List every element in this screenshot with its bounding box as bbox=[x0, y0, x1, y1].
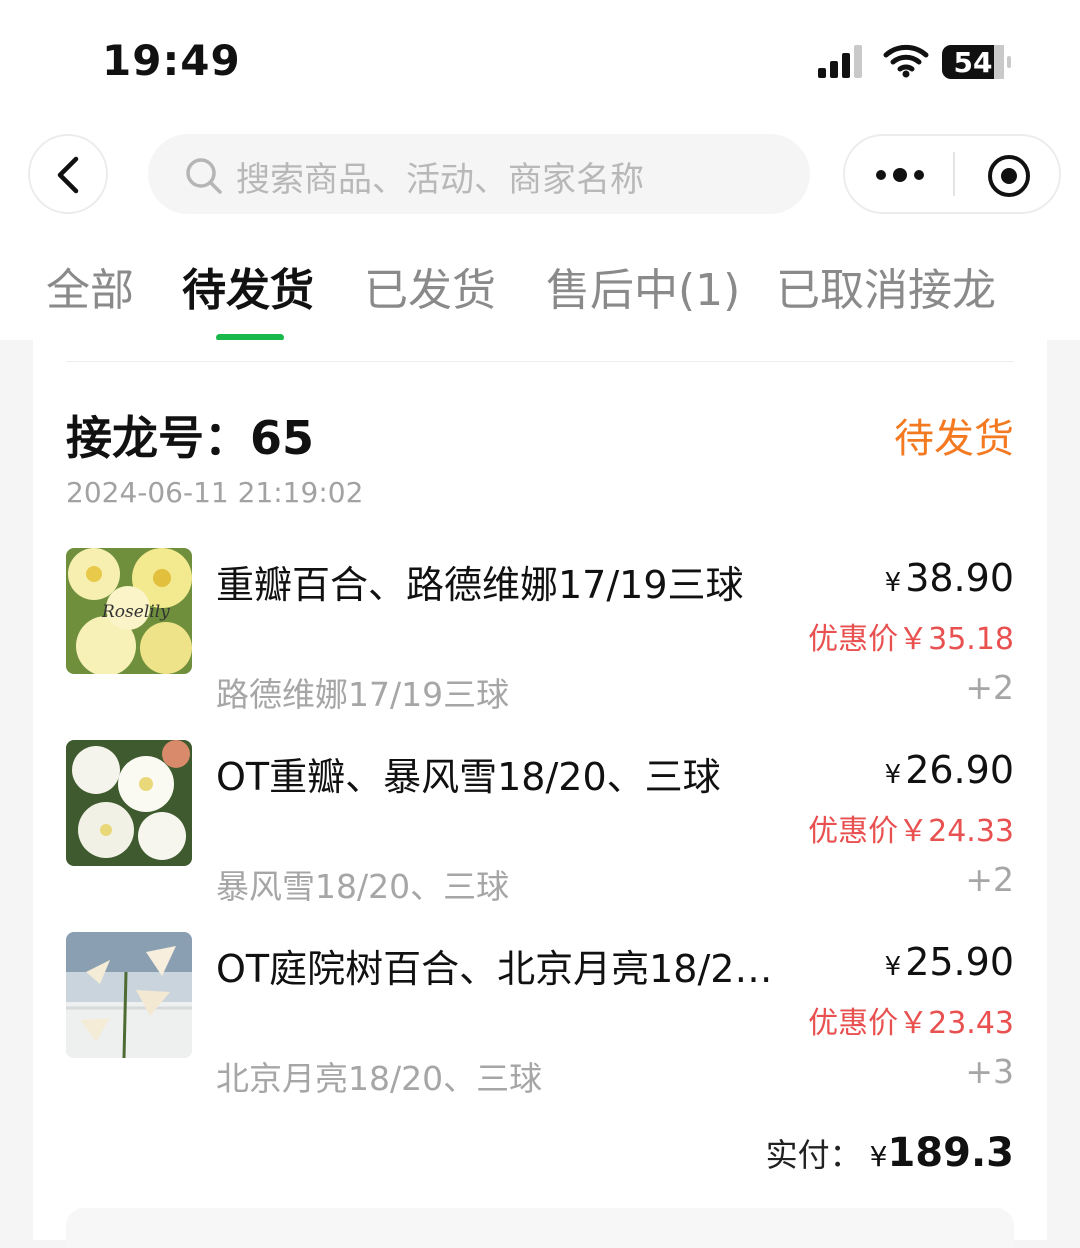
battery-level: 54 bbox=[953, 46, 993, 79]
item-price: ¥25.90 bbox=[885, 940, 1014, 984]
capsule-divider bbox=[953, 152, 955, 196]
item-title: OT重瓣、暴风雪18/20、三球 bbox=[216, 755, 721, 799]
tab-after-sales[interactable]: 售后中(1) bbox=[546, 254, 740, 318]
item-title: 重瓣百合、路德维娜17/19三球 bbox=[216, 563, 744, 607]
total-label: 实付： bbox=[765, 1136, 862, 1174]
item-title: OT庭院树百合、北京月亮18/20、三球 bbox=[216, 947, 796, 991]
chevron-left-icon bbox=[57, 156, 79, 194]
thumb-watermark: Roselily bbox=[102, 602, 170, 622]
item-quantity: +2 bbox=[965, 860, 1014, 899]
search-bar[interactable]: 搜索商品、活动、商家名称 bbox=[148, 134, 810, 214]
search-placeholder: 搜索商品、活动、商家名称 bbox=[236, 160, 644, 200]
order-item[interactable]: Roselily 重瓣百合、路德维娜17/19三球 ¥38.90 优惠价￥35.… bbox=[66, 548, 1014, 718]
order-card[interactable]: 接龙号：65 待发货 2024-06-11 21:19:02 Roselily … bbox=[33, 340, 1047, 1248]
more-icon[interactable] bbox=[875, 162, 925, 188]
yellow-lily-photo: Roselily bbox=[66, 548, 192, 674]
tab-shipped[interactable]: 已发货 bbox=[364, 254, 496, 318]
search-icon bbox=[186, 158, 222, 194]
item-variant: 路德维娜17/19三球 bbox=[216, 675, 510, 714]
currency-symbol: ¥ bbox=[869, 1140, 888, 1173]
tab-cancelled[interactable]: 已取消接龙 bbox=[776, 254, 996, 318]
wifi-icon bbox=[883, 44, 929, 78]
order-status: 待发货 bbox=[894, 416, 1014, 462]
divider bbox=[66, 361, 1014, 362]
item-discount-price: 优惠价￥24.33 bbox=[808, 814, 1014, 849]
battery-icon: 54 bbox=[942, 44, 1012, 80]
total-amount: 189.3 bbox=[887, 1130, 1014, 1176]
mini-program-capsule bbox=[843, 134, 1061, 214]
white-lily-photo bbox=[66, 740, 192, 866]
back-button[interactable] bbox=[28, 134, 108, 214]
order-total: 实付： ¥189.3 bbox=[766, 1130, 1014, 1176]
item-price-value: 25.90 bbox=[905, 940, 1014, 984]
item-quantity: +3 bbox=[965, 1052, 1014, 1091]
tab-pending-shipment[interactable]: 待发货 bbox=[182, 254, 314, 318]
order-number: 接龙号：65 bbox=[66, 411, 315, 465]
item-discount-price: 优惠价￥23.43 bbox=[808, 1006, 1014, 1041]
tab-all[interactable]: 全部 bbox=[46, 254, 134, 318]
item-price: ¥38.90 bbox=[885, 556, 1014, 600]
close-target-icon[interactable] bbox=[987, 154, 1031, 198]
order-time: 2024-06-11 21:19:02 bbox=[66, 476, 364, 509]
order-item[interactable]: OT庭院树百合、北京月亮18/20、三球 ¥25.90 优惠价￥23.43 北京… bbox=[66, 932, 1014, 1102]
header-area: 19:49 54 搜索商品、活动、商家名称 全部 待发货 已发货 售后中(1) … bbox=[0, 0, 1080, 341]
cellular-signal-icon bbox=[818, 45, 862, 78]
item-variant: 北京月亮18/20、三球 bbox=[216, 1059, 543, 1098]
item-price: ¥26.90 bbox=[885, 748, 1014, 792]
order-item[interactable]: OT重瓣、暴风雪18/20、三球 ¥26.90 优惠价￥24.33 暴风雪18/… bbox=[66, 740, 1014, 910]
tree-lily-photo bbox=[66, 932, 192, 1058]
item-price-value: 26.90 bbox=[905, 748, 1014, 792]
status-time: 19:49 bbox=[102, 36, 241, 85]
item-variant: 暴风雪18/20、三球 bbox=[216, 867, 510, 906]
currency-symbol: ¥ bbox=[884, 952, 902, 982]
currency-symbol: ¥ bbox=[884, 760, 902, 790]
item-quantity: +2 bbox=[965, 668, 1014, 707]
currency-symbol: ¥ bbox=[884, 568, 902, 598]
next-section-edge bbox=[66, 1208, 1014, 1248]
item-price-value: 38.90 bbox=[905, 556, 1014, 600]
item-discount-price: 优惠价￥35.18 bbox=[808, 622, 1014, 657]
